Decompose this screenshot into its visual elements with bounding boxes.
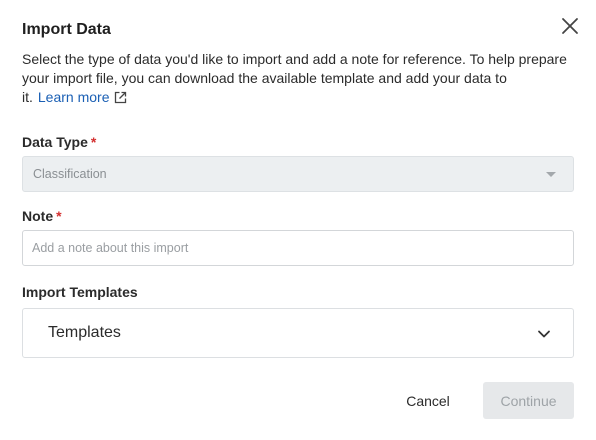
dialog-title: Import Data xyxy=(22,21,111,38)
note-label: Note * xyxy=(22,208,62,224)
import-data-dialog: Import Data Select the type of data you'… xyxy=(0,0,596,440)
continue-button[interactable]: Continue xyxy=(483,382,574,419)
required-indicator: * xyxy=(90,134,97,150)
external-link-icon xyxy=(114,90,127,109)
import-templates-label: Import Templates xyxy=(22,284,138,300)
learn-more-link[interactable]: Learn more xyxy=(38,89,128,105)
data-type-label-text: Data Type xyxy=(22,134,88,150)
data-type-selected-value: Classification xyxy=(33,167,107,181)
dialog-description: Select the type of data you'd like to im… xyxy=(22,50,574,109)
cancel-button[interactable]: Cancel xyxy=(393,383,463,419)
close-button[interactable] xyxy=(559,15,581,37)
templates-dropdown-label: Templates xyxy=(48,324,121,341)
required-indicator: * xyxy=(56,208,62,224)
note-label-text: Note xyxy=(22,208,54,224)
data-type-label: Data Type * xyxy=(22,134,96,150)
close-icon xyxy=(559,15,581,37)
templates-dropdown[interactable]: Templates xyxy=(22,308,574,358)
data-type-select[interactable]: Classification xyxy=(22,156,574,192)
note-input[interactable] xyxy=(22,230,574,266)
chevron-down-icon xyxy=(537,327,551,346)
caret-down-icon xyxy=(546,172,556,177)
learn-more-label: Learn more xyxy=(37,89,110,105)
